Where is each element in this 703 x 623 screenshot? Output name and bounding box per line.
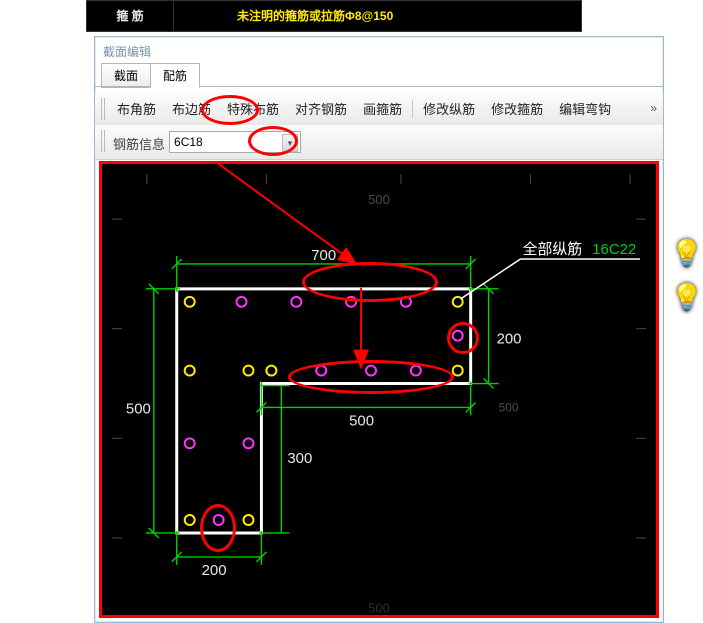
- section-edit-window: 截面编辑 截面 配筋 布角筋 布边筋 特殊布筋 对齐钢筋 画箍筋 修改纵筋 修改…: [94, 36, 664, 623]
- btn-edit-stirrup[interactable]: 修改箍筋: [483, 93, 551, 125]
- rebar-info-combo[interactable]: ▾: [169, 131, 301, 153]
- btn-draw-stirrup[interactable]: 画箍筋: [355, 93, 410, 125]
- dim-200-bottom: 200: [202, 562, 227, 579]
- window-title: 截面编辑: [103, 43, 151, 60]
- tab-rebar[interactable]: 配筋: [150, 63, 200, 88]
- btn-edit-long[interactable]: 修改纵筋: [415, 93, 483, 125]
- corner-bars: [185, 297, 463, 525]
- axis-top-500: 500: [368, 192, 390, 207]
- cad-svg: 500 500: [102, 164, 656, 615]
- toolbar-sep: [412, 100, 413, 118]
- rebar-info-label: 钢筋信息: [113, 134, 165, 153]
- btn-edit-hook[interactable]: 编辑弯钩: [551, 93, 619, 125]
- option-row: 钢筋信息 ▾: [95, 125, 663, 160]
- annot-all-rebar-label: 全部纵筋: [522, 240, 582, 258]
- dim-500-left: 500: [126, 400, 151, 417]
- header-cell-stirrup: 箍 筋: [87, 1, 174, 31]
- edge-bars: [185, 297, 463, 525]
- dim-700: 700: [311, 247, 336, 264]
- header-text-default-stirrup: 未注明的箍筋或拉筋Φ8@150: [237, 1, 393, 31]
- dim-lines: [146, 256, 499, 565]
- hint-bulb-icon-2[interactable]: 💡: [671, 282, 703, 313]
- toolbar-grip-icon: [101, 98, 107, 120]
- tab-section[interactable]: 截面: [101, 63, 151, 88]
- toolbar: 布角筋 布边筋 特殊布筋 对齐钢筋 画箍筋 修改纵筋 修改箍筋 编辑弯钩 »: [95, 93, 663, 126]
- dim-500-ghost: 500: [499, 400, 519, 414]
- grid-ticks: [112, 174, 646, 538]
- optionrow-grip-icon: [101, 130, 107, 152]
- section-outline: [177, 289, 471, 533]
- dim-300: 300: [287, 450, 312, 467]
- btn-align-bar[interactable]: 对齐钢筋: [287, 93, 355, 125]
- axis-bottom-500: 500: [368, 601, 390, 615]
- dim-200-right: 200: [497, 331, 522, 348]
- hint-bulb-icon-1[interactable]: 💡: [671, 238, 703, 269]
- btn-edge-bar[interactable]: 布边筋: [164, 93, 219, 125]
- rebar-info-input[interactable]: [170, 132, 288, 152]
- combo-dropdown-icon[interactable]: ▾: [282, 134, 298, 152]
- btn-corner-bar[interactable]: 布角筋: [109, 93, 164, 125]
- dim-500-mid: 500: [349, 412, 374, 429]
- table-header-strip: 箍 筋 未注明的箍筋或拉筋Φ8@150: [86, 0, 582, 32]
- annot-all-rebar-value: 16C22: [592, 241, 636, 258]
- cad-canvas[interactable]: 500 500: [99, 161, 659, 618]
- tab-bar: 截面 配筋: [101, 63, 199, 87]
- toolbar-overflow-icon[interactable]: »: [650, 101, 657, 115]
- btn-special-bar[interactable]: 特殊布筋: [219, 93, 287, 125]
- dim-texts: 700 200 500 500 300 200: [126, 247, 522, 579]
